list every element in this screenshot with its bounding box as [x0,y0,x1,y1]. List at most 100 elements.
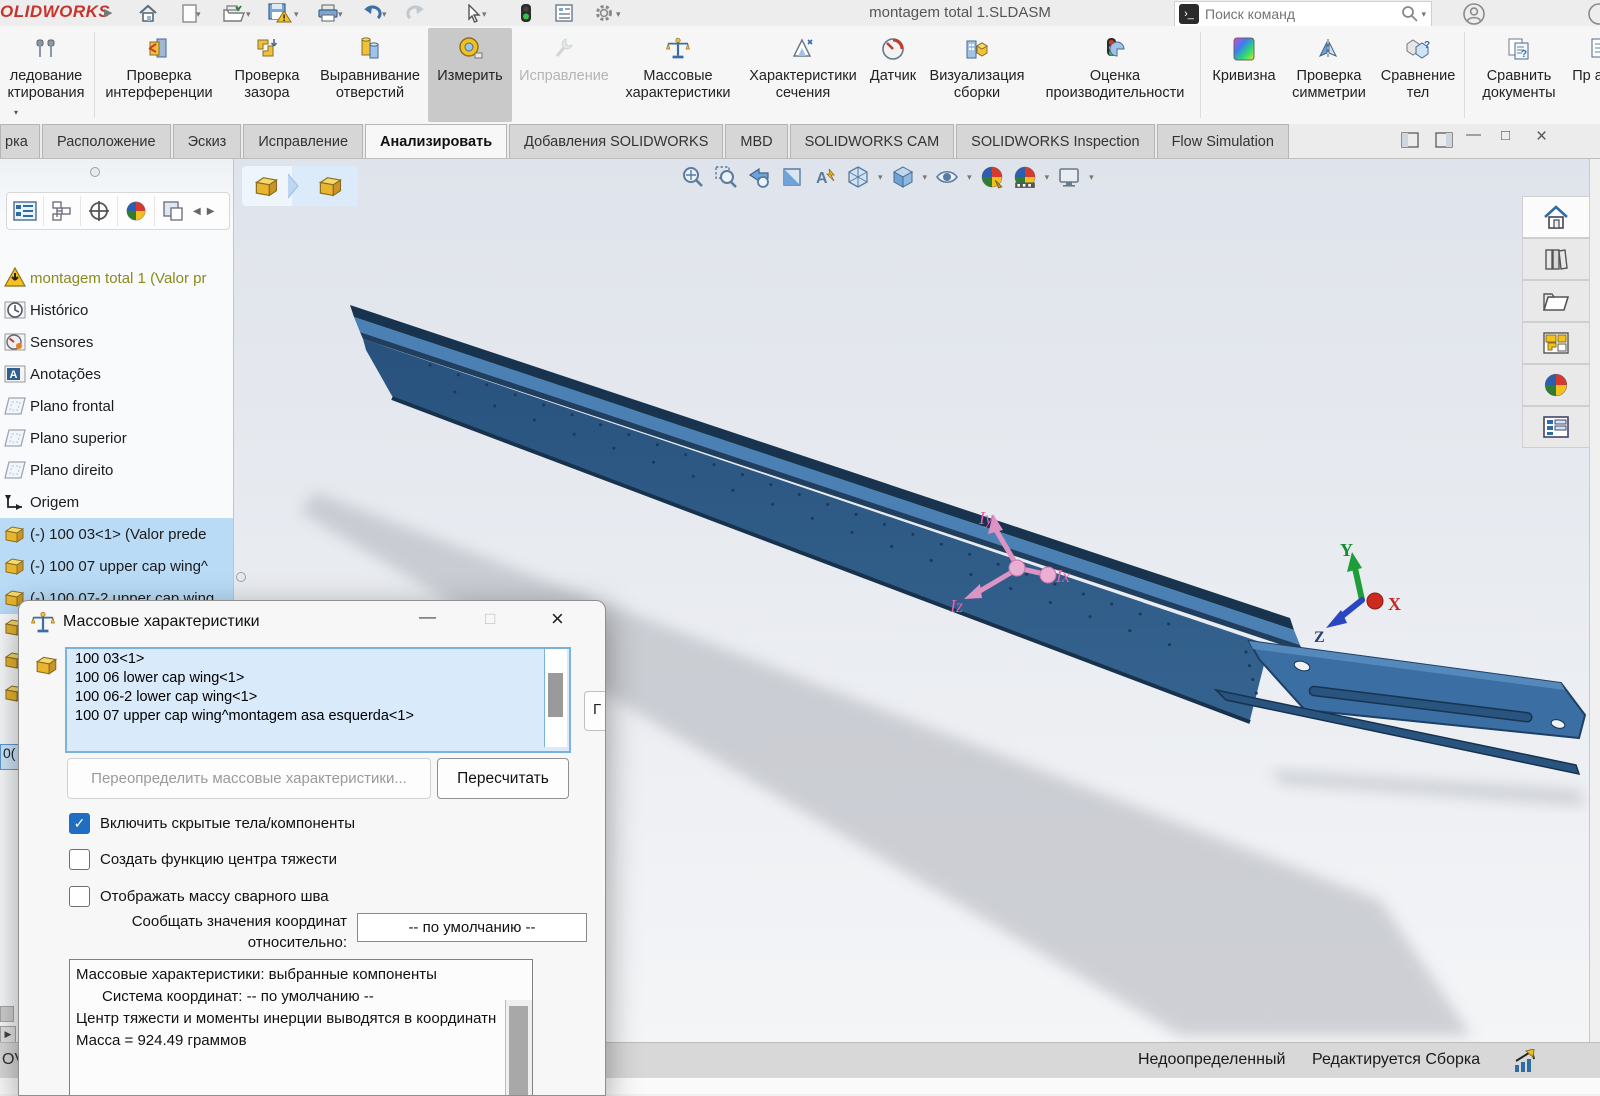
zoom-fit-icon[interactable] [680,164,706,190]
display-style-icon[interactable] [890,164,916,190]
app-minimize-button[interactable]: — [1466,126,1481,143]
ribbon-assembly-visualization-button[interactable]: Визуализация сборки [924,28,1030,122]
open-dropdown-icon[interactable]: ▾ [246,9,251,20]
coordinate-system-combobox[interactable]: -- по умолчанию -- [357,913,587,942]
tab-repair[interactable]: Исправление [243,124,363,158]
view-orientation-dropdown-icon[interactable]: ▾ [878,172,883,183]
create-cog-feature-checkbox-row[interactable]: Создать функцию центра тяжести [69,849,337,870]
task-pane-home-tab[interactable] [1522,196,1590,238]
print-button[interactable] [316,2,340,24]
ribbon-compare-bodies-button[interactable]: ? Сравнение тел [1374,28,1462,122]
section-view-icon[interactable] [779,164,805,190]
tab-assembly[interactable]: рка [0,124,40,158]
open-button[interactable] [222,2,246,24]
ribbon-symmetry-check-button[interactable]: Проверка симметрии [1286,28,1372,122]
ribbon-check-active-document-button[interactable]: Пр актив [1572,28,1600,122]
tree-item-front-plane[interactable]: Plano frontal [0,390,233,422]
selected-components-list[interactable]: 100 03<1> 100 06 lower cap wing<1> 100 0… [65,647,571,753]
mass-properties-dialog[interactable]: Массовые характеристики — □ × 100 03<1> … [18,600,606,1096]
account-icon[interactable] [1462,2,1486,26]
tab-scroll-right-icon[interactable]: ▶ [207,206,215,217]
component-list-item[interactable]: 100 07 upper cap wing^montagem asa esque… [67,706,569,725]
breadcrumb-assembly-icon[interactable] [242,166,292,206]
ribbon-performance-evaluation-button[interactable]: Оценка производительности [1032,28,1198,122]
apply-scene-icon[interactable] [1012,164,1038,190]
tab-solidworks-addins[interactable]: Добавления SOLIDWORKS [509,124,723,158]
display-manager-tab-icon[interactable] [118,196,155,226]
ribbon-clearance-check-button[interactable]: Проверка зазора [222,28,312,122]
ribbon-section-properties-button[interactable]: Характеристики сечения [742,28,864,122]
tree-item-part-100-07[interactable]: (-) 100 07 upper cap wing^ [0,550,233,582]
dialog-close-button[interactable]: × [551,606,564,632]
tree-item-assembly-root[interactable]: montagem total 1 (Valor pr [0,262,233,294]
annotation-views-icon[interactable]: A [812,164,838,190]
help-icon[interactable] [1588,2,1600,26]
save-button[interactable] [268,2,292,24]
ribbon-compare-documents-button[interactable]: ? Сравнить документы [1468,28,1570,122]
file-properties-button[interactable] [552,2,576,24]
performance-status-icon[interactable] [1512,1049,1538,1073]
component-list-item[interactable]: 100 06-2 lower cap wing<1> [67,687,569,706]
pane-split-tab-icon[interactable] [155,196,191,226]
search-dropdown-icon[interactable]: ▾ [1421,9,1426,20]
tab-scroll-left-icon[interactable]: ◀ [193,206,201,217]
weld-bead-mass-checkbox-row[interactable]: Отображать массу сварного шва [69,886,329,907]
feature-tree-tab-icon[interactable] [7,196,44,226]
tab-solidworks-cam[interactable]: SOLIDWORKS CAM [790,124,955,158]
hide-show-items-icon[interactable] [934,164,960,190]
tree-scroll-right-button[interactable]: ▶ [0,1026,16,1043]
previous-view-icon[interactable] [746,164,772,190]
tab-sketch[interactable]: Эскиз [173,124,242,158]
component-list-item[interactable]: 100 06 lower cap wing<1> [67,668,569,687]
undo-dropdown-icon[interactable]: ▾ [382,9,387,20]
tree-item-origin[interactable]: Origem [0,486,233,518]
design-study-dropdown-icon[interactable]: ▾ [14,108,18,117]
recalculate-button[interactable]: Пересчитать [437,758,569,799]
configuration-manager-tab-icon[interactable] [81,196,118,226]
task-pane-appearances-tab[interactable] [1522,364,1590,406]
tab-evaluate[interactable]: Анализировать [365,124,507,158]
ribbon-hole-alignment-button[interactable]: Выравнивание отверстий [314,28,426,122]
tree-hscrollbar-fragment[interactable] [0,1006,14,1022]
checkbox-checked-icon[interactable]: ✓ [69,813,90,834]
panel-collapse-handle[interactable] [236,572,246,582]
ribbon-interference-check-button[interactable]: Проверка интерференции [98,28,220,122]
undo-button[interactable] [360,2,384,24]
task-pane-file-explorer-tab[interactable] [1522,280,1590,322]
tab-solidworks-inspection[interactable]: SOLIDWORKS Inspection [956,124,1154,158]
task-pane-design-library-tab[interactable] [1522,322,1590,364]
display-style-dropdown-icon[interactable]: ▾ [923,172,928,183]
command-search[interactable]: ›_ ▾ [1174,1,1432,27]
scrollbar-thumb[interactable] [548,673,563,717]
app-restore-button[interactable]: □ [1501,127,1510,144]
ribbon-measure-button[interactable]: Измерить [428,28,512,122]
options-button-clipped[interactable]: Г [584,691,606,731]
dialog-maximize-button[interactable]: □ [485,609,495,629]
dialog-title-bar[interactable]: Массовые характеристики [19,601,605,643]
rebuild-button[interactable] [514,2,538,24]
task-pane-custom-properties-tab[interactable] [1522,406,1590,448]
selection-breadcrumb[interactable] [242,166,358,206]
ribbon-design-study-button[interactable]: ледование ктирования ▾ [0,28,92,122]
ribbon-curvature-button[interactable]: Кривизна [1204,28,1284,122]
zoom-area-icon[interactable] [713,164,739,190]
checkbox-unchecked-icon[interactable] [69,886,90,907]
tree-item-history[interactable]: Histórico [0,294,233,326]
panel-splitter-handle[interactable] [90,167,100,177]
hide-show-dropdown-icon[interactable]: ▾ [967,172,972,183]
dialog-minimize-button[interactable]: — [419,607,436,627]
redo-button[interactable] [404,2,428,24]
search-input[interactable] [1203,5,1401,23]
pane-layout-right-icon[interactable] [1434,130,1456,150]
tree-item-part-100-03[interactable]: (-) 100 03<1> (Valor prede [0,518,233,550]
pane-layout-left-icon[interactable] [1400,130,1422,150]
options-button[interactable] [592,2,616,24]
scrollbar-thumb[interactable] [509,1006,528,1096]
view-settings-dropdown-icon[interactable]: ▾ [1089,172,1094,183]
print-dropdown-icon[interactable]: ▾ [338,9,343,20]
app-close-button[interactable]: × [1536,126,1547,148]
options-dropdown-icon[interactable]: ▾ [616,9,621,20]
apply-scene-dropdown-icon[interactable]: ▾ [1045,172,1050,183]
component-list-item[interactable]: 100 03<1> [67,649,569,668]
include-hidden-checkbox-row[interactable]: ✓ Включить скрытые тела/компоненты [69,813,355,834]
